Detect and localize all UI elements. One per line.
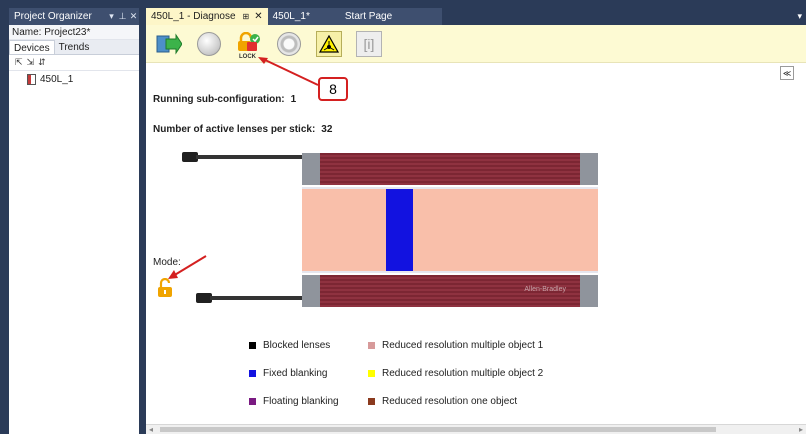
go-online-icon xyxy=(156,32,182,55)
horizontal-scrollbar[interactable]: ◂ ▸ xyxy=(146,424,806,434)
callout-number-badge: 8 xyxy=(318,77,348,101)
circle-icon xyxy=(197,31,221,56)
top-stick-endcap-right xyxy=(580,153,598,185)
active-lenses-value: 32 xyxy=(321,124,333,135)
mode-label: Mode: xyxy=(153,257,181,268)
panel-dropdown-icon[interactable]: ▾ xyxy=(106,11,117,22)
tab-list-dropdown-icon[interactable]: ▾ xyxy=(797,8,806,25)
legend-label: Reduced resolution multiple object 1 xyxy=(382,339,544,351)
tab-diagnose[interactable]: 450L_1 - Diagnose ⊞ ✕ xyxy=(146,8,268,25)
diagnose-view: LOCK [i] 8 ≪ Running sub-configuration: … xyxy=(146,25,806,434)
fixed-blanking-zone xyxy=(386,189,413,271)
legend-label: Reduced resolution multiple object 2 xyxy=(382,367,544,379)
legend: Blocked lenses Reduced resolution multip… xyxy=(249,331,579,415)
scroll-left-icon[interactable]: ◂ xyxy=(149,425,153,434)
legend-swatch xyxy=(249,397,256,405)
tree-item-label: 450L_1 xyxy=(40,73,74,85)
project-name-value: Project23* xyxy=(44,26,91,38)
panel-close-icon[interactable]: ✕ xyxy=(128,11,139,22)
tab-close-icon[interactable]: ✕ xyxy=(254,11,262,22)
top-cable xyxy=(196,155,302,159)
legend-row: Blocked lenses Reduced resolution multip… xyxy=(249,331,579,359)
go-online-button[interactable] xyxy=(154,29,184,59)
tab-device-config[interactable]: 450L_1* xyxy=(267,8,315,25)
legend-item-floating-blanking: Floating blanking xyxy=(249,396,368,407)
diagnose-toolbar: LOCK [i] xyxy=(146,25,806,63)
legend-item-rr-multi-2: Reduced resolution multiple object 2 xyxy=(368,368,568,379)
bottom-cable xyxy=(210,296,302,300)
lock-icon xyxy=(238,31,260,51)
project-organizer-title: Project Organizer xyxy=(14,11,92,22)
device-icon xyxy=(27,73,36,85)
lock-button[interactable]: LOCK xyxy=(234,29,264,60)
document-tabstrip: 450L_1 - Diagnose ⊞ ✕ 450L_1* Start Page… xyxy=(146,8,806,25)
mode-lock-icon xyxy=(157,277,173,301)
legend-label: Blocked lenses xyxy=(263,339,331,351)
organizer-tabs: Devices Trends xyxy=(9,40,139,55)
status-circle-button[interactable] xyxy=(194,29,224,59)
legend-row: Fixed blanking Reduced resolution multip… xyxy=(249,359,579,387)
tree-item-device[interactable]: 450L_1 xyxy=(9,71,139,87)
bottom-stick-endcap-right xyxy=(580,275,598,307)
laser-button[interactable] xyxy=(314,29,344,59)
tab-trends[interactable]: Trends xyxy=(55,40,94,54)
legend-row: Floating blanking Reduced resolution one… xyxy=(249,387,579,415)
light-curtain-field xyxy=(302,187,598,273)
lock-button-label: LOCK xyxy=(239,53,256,60)
legend-item-fixed-blanking: Fixed blanking xyxy=(249,368,368,379)
legend-label: Floating blanking xyxy=(263,395,339,407)
legend-item-blocked: Blocked lenses xyxy=(249,340,368,351)
tab-start-page-label: Start Page xyxy=(344,11,393,22)
manual-button[interactable]: [i] xyxy=(354,29,384,59)
panel-pin-icon[interactable]: ⊥ xyxy=(117,11,128,22)
project-organizer-panel: Project Organizer ▾ ⊥ ✕ Name: Project23*… xyxy=(8,8,139,434)
legend-swatch xyxy=(368,341,375,349)
ring-button[interactable] xyxy=(274,29,304,59)
legend-item-rr-one-object: Reduced resolution one object xyxy=(368,396,568,407)
scrollbar-thumb[interactable] xyxy=(160,427,716,432)
legend-swatch xyxy=(249,341,256,349)
tab-diagnose-label: 450L_1 - Diagnose xyxy=(151,11,236,22)
active-lenses-row: Number of active lenses per stick: 32 xyxy=(153,124,332,135)
project-name-row: Name: Project23* xyxy=(9,25,139,40)
legend-item-rr-multi-1: Reduced resolution multiple object 1 xyxy=(368,340,568,351)
bottom-stick-endcap-left xyxy=(302,275,320,307)
project-organizer-titlebar: Project Organizer ▾ ⊥ ✕ xyxy=(9,8,139,25)
tab-devices[interactable]: Devices xyxy=(9,40,55,54)
tab-device-config-label: 450L_1* xyxy=(272,11,310,22)
legend-swatch xyxy=(249,369,256,377)
running-subconfig-label: Running sub-configuration: xyxy=(153,94,285,105)
scroll-right-icon[interactable]: ▸ xyxy=(799,425,803,434)
tab-pin-icon[interactable]: ⊞ xyxy=(243,12,250,21)
legend-label: Fixed blanking xyxy=(263,367,328,379)
manual-icon: [i] xyxy=(356,30,382,57)
laser-icon xyxy=(316,30,342,57)
active-lenses-label: Number of active lenses per stick: xyxy=(153,124,316,135)
organizer-toolbar: ⇱ ⇲ ⇵ xyxy=(9,55,139,71)
app-window: Project Organizer ▾ ⊥ ✕ Name: Project23*… xyxy=(0,0,806,434)
legend-label: Reduced resolution one object xyxy=(382,395,518,407)
collapse-button[interactable]: ≪ xyxy=(780,66,794,80)
top-stick xyxy=(302,153,598,185)
collapse-all-icon[interactable]: ⇲ xyxy=(27,57,35,68)
legend-swatch xyxy=(368,369,375,377)
project-name-label: Name: xyxy=(12,26,42,38)
ring-icon xyxy=(277,31,301,56)
expand-all-icon[interactable]: ⇱ xyxy=(15,57,23,68)
running-subconfig-row: Running sub-configuration: 1 xyxy=(153,94,296,105)
sort-icon[interactable]: ⇵ xyxy=(38,57,46,68)
legend-swatch xyxy=(368,397,375,405)
running-subconfig-value: 1 xyxy=(290,94,297,105)
brand-logo-text: Allen-Bradley xyxy=(524,286,566,293)
top-stick-endcap-left xyxy=(302,153,320,185)
bottom-stick: Allen-Bradley xyxy=(302,275,598,307)
tab-start-page[interactable]: Start Page xyxy=(314,8,443,25)
